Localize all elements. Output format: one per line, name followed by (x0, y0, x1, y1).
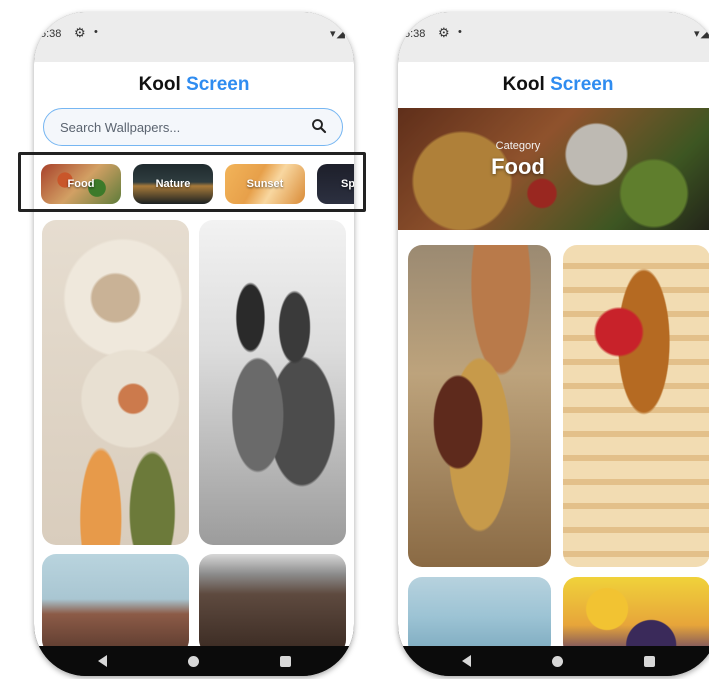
app-title-kool: Kool (138, 74, 181, 95)
phone-home-screen: 5:38 ⚙ • ▾◢ Kool Screen Search Wallpaper… (34, 12, 354, 676)
recents-icon[interactable] (644, 656, 655, 667)
back-icon[interactable] (98, 655, 107, 667)
wallpaper-tile[interactable] (408, 577, 551, 646)
app-title-kool: Kool (502, 74, 545, 95)
status-bar: 5:38 ⚙ • ▾◢ (398, 12, 709, 62)
app-title: Kool Screen (34, 74, 354, 96)
wallpaper-tile[interactable] (42, 554, 189, 646)
status-bar: 5:38 ⚙ • ▾◢ (34, 12, 354, 62)
home-icon[interactable] (188, 656, 199, 667)
wallpaper-tile[interactable] (199, 220, 346, 545)
home-screen: 5:38 ⚙ • ▾◢ Kool Screen Search Wallpaper… (34, 12, 354, 646)
back-icon[interactable] (462, 655, 471, 667)
category-label: Category (495, 140, 541, 152)
wallpaper-tile[interactable] (199, 554, 346, 646)
home-icon[interactable] (552, 656, 563, 667)
wallpaper-tile[interactable] (42, 220, 189, 545)
app-title: Kool Screen (398, 74, 709, 96)
category-screen: 5:38 ⚙ • ▾◢ Kool Screen Category Food (398, 12, 709, 646)
signal-icon: ▾◢ (694, 28, 709, 40)
notification-dot: • (94, 26, 98, 38)
app-title-screen: Screen (186, 74, 250, 95)
notification-dot: • (458, 26, 462, 38)
category-row-highlight (18, 152, 366, 212)
search-icon[interactable] (310, 117, 328, 135)
wallpaper-tile[interactable] (563, 245, 709, 567)
recents-icon[interactable] (280, 656, 291, 667)
phone-category-screen: 5:38 ⚙ • ▾◢ Kool Screen Category Food (398, 12, 709, 676)
app-title-screen: Screen (550, 74, 614, 95)
search-placeholder: Search Wallpapers... (60, 120, 181, 135)
search-input[interactable]: Search Wallpapers... (43, 108, 343, 146)
gear-icon: ⚙ (438, 25, 450, 40)
android-nav-bar (398, 646, 709, 676)
android-nav-bar (34, 646, 354, 676)
gear-icon: ⚙ (74, 25, 86, 40)
category-name: Food (491, 154, 545, 179)
wallpaper-tile[interactable] (563, 577, 709, 646)
status-time: 5:38 (404, 28, 426, 40)
wallpaper-tile[interactable] (408, 245, 551, 567)
signal-icon: ▾◢ (330, 28, 346, 40)
status-time: 5:38 (40, 28, 62, 40)
